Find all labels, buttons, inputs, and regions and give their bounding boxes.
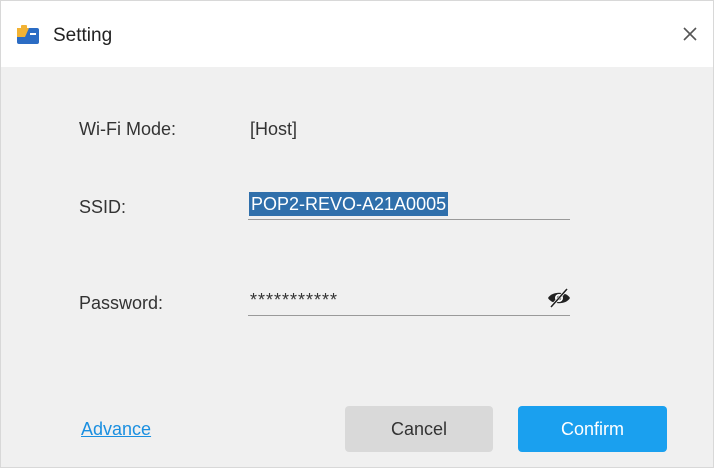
window-title: Setting <box>53 25 113 46</box>
wifi-mode-value: [Host] <box>250 119 298 139</box>
ssid-value: POP2-REVO-A21A0005 <box>249 192 449 216</box>
password-value: *********** <box>250 290 339 310</box>
ssid-label: SSID: <box>79 197 127 217</box>
advance-link[interactable]: Advance <box>81 417 151 441</box>
password-input[interactable]: *********** <box>248 285 570 316</box>
close-icon[interactable] <box>677 21 703 47</box>
cancel-button[interactable]: Cancel <box>345 406 493 452</box>
eye-hidden-icon[interactable] <box>546 287 572 309</box>
confirm-button[interactable]: Confirm <box>518 406 667 452</box>
password-label: Password: <box>79 293 164 313</box>
ssid-input[interactable]: POP2-REVO-A21A0005 <box>248 189 570 220</box>
app-icon <box>17 25 39 44</box>
wifi-mode-label: Wi-Fi Mode: <box>79 119 177 139</box>
setting-dialog: Setting Wi-Fi Mode: [Host] SSID: POP2-RE… <box>0 0 714 468</box>
title-bar: Setting <box>1 1 713 67</box>
